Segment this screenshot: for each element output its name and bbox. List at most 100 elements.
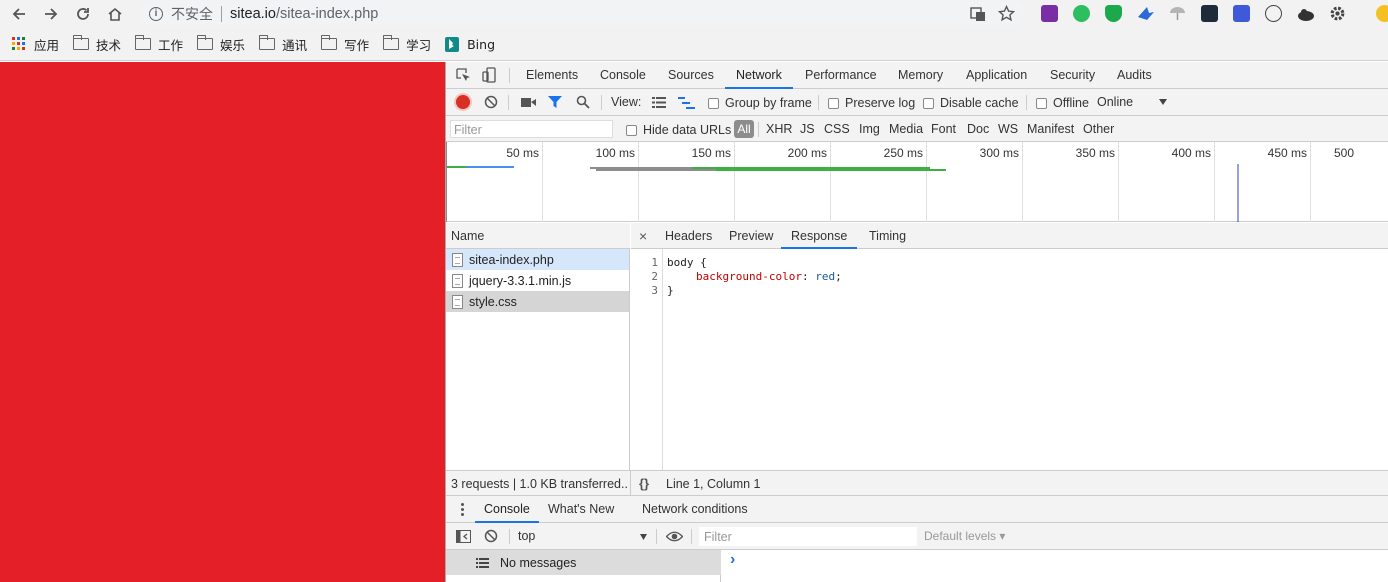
bookmark-folder-work[interactable]: 工作 xyxy=(134,35,183,54)
tab-audits[interactable]: Audits xyxy=(1117,62,1152,89)
emoji-extension-icon[interactable] xyxy=(1376,5,1388,22)
filter-type-js[interactable]: JS xyxy=(800,122,815,136)
tab-response[interactable]: Response xyxy=(781,223,858,249)
live-expression-eye-icon[interactable] xyxy=(666,531,683,542)
drawer-tab-whats-new[interactable]: What's New xyxy=(548,496,614,523)
filter-type-font[interactable]: Font xyxy=(931,122,956,136)
log-levels-select[interactable]: Default levels ▾ xyxy=(924,529,1005,543)
network-overview-timeline[interactable]: 50 ms 100 ms 150 ms 200 ms 250 ms 300 ms… xyxy=(446,142,1388,222)
console-prompt[interactable]: › xyxy=(730,551,735,569)
context-selector[interactable]: top xyxy=(514,527,649,545)
tab-sources[interactable]: Sources xyxy=(668,62,714,89)
code-line: body { xyxy=(667,256,707,269)
device-toolbar-icon[interactable] xyxy=(482,67,497,83)
filter-type-css[interactable]: CSS xyxy=(824,122,850,136)
tab-memory[interactable]: Memory xyxy=(898,62,943,89)
console-filter-input[interactable]: Filter xyxy=(699,527,917,546)
inspect-element-icon[interactable] xyxy=(456,68,471,83)
tab-performance[interactable]: Performance xyxy=(805,62,877,89)
bookmark-star-icon[interactable] xyxy=(998,5,1015,22)
filter-input[interactable]: Filter xyxy=(450,120,613,138)
bookmark-folder-entertainment[interactable]: 娱乐 xyxy=(196,35,245,54)
request-name: style.css xyxy=(469,294,517,309)
translate-icon[interactable] xyxy=(970,6,986,22)
pretty-print-icon[interactable]: {} xyxy=(639,476,649,491)
shield-extension-icon[interactable] xyxy=(1105,5,1122,22)
evernote-extension-icon[interactable] xyxy=(1073,5,1090,22)
column-header-name[interactable]: Name xyxy=(446,223,630,249)
tab-console[interactable]: Console xyxy=(600,62,646,89)
bookmark-apps[interactable]: 应用 xyxy=(12,35,59,54)
view-label: View: xyxy=(611,95,642,109)
tab-timing[interactable]: Timing xyxy=(869,223,906,249)
offline-checkbox[interactable]: Offline xyxy=(1036,96,1089,110)
filter-type-all[interactable]: All xyxy=(734,120,754,138)
screenshot-camera-icon[interactable] xyxy=(521,97,536,108)
list-view-icon[interactable] xyxy=(652,97,666,108)
more-options-icon[interactable] xyxy=(461,503,464,516)
drawer-tab-network-conditions[interactable]: Network conditions xyxy=(642,496,748,523)
sidebar-toggle-icon[interactable] xyxy=(456,530,471,543)
filter-type-img[interactable]: Img xyxy=(859,122,880,136)
clear-icon[interactable] xyxy=(484,95,498,109)
bookmark-bing[interactable]: Bing xyxy=(445,36,495,52)
security-label: 不安全 xyxy=(171,6,213,23)
bird-extension-icon[interactable] xyxy=(1137,5,1155,22)
tab-network[interactable]: Network xyxy=(725,62,793,89)
filter-type-media[interactable]: Media xyxy=(889,122,923,136)
filter-type-doc[interactable]: Doc xyxy=(967,122,989,136)
request-name: sitea-index.php xyxy=(469,252,554,267)
tab-application[interactable]: Application xyxy=(966,62,1027,89)
reload-button[interactable] xyxy=(72,3,94,25)
search-icon[interactable] xyxy=(576,95,590,109)
tab-preview[interactable]: Preview xyxy=(729,223,773,249)
waterfall-view-icon[interactable] xyxy=(678,97,695,109)
home-button[interactable] xyxy=(104,3,126,25)
throttling-select[interactable]: Online xyxy=(1097,95,1169,109)
folder-icon xyxy=(320,35,338,50)
forward-button[interactable] xyxy=(40,3,62,25)
preserve-log-checkbox[interactable]: Preserve log xyxy=(828,96,915,110)
bookmark-folder-tech[interactable]: 技术 xyxy=(72,35,121,54)
tab-elements[interactable]: Elements xyxy=(526,62,578,89)
close-icon[interactable]: × xyxy=(639,228,647,244)
address-bar[interactable]: i 不安全 sitea.io/sitea-index.php xyxy=(139,1,1024,26)
tab-headers[interactable]: Headers xyxy=(665,223,712,249)
tab-security[interactable]: Security xyxy=(1050,62,1095,89)
clear-console-icon[interactable] xyxy=(484,529,498,543)
drawer-tab-console[interactable]: Console xyxy=(475,496,539,523)
filter-type-xhr[interactable]: XHR xyxy=(766,122,792,136)
request-row[interactable]: jquery-3.3.1.min.js xyxy=(446,270,629,291)
response-code-viewer[interactable]: 1 2 3 body { background-color: red; } xyxy=(631,249,1388,470)
back-button[interactable] xyxy=(8,3,30,25)
bookmark-folder-communication[interactable]: 通讯 xyxy=(258,35,307,54)
timeline-bars xyxy=(447,164,1239,222)
request-row[interactable]: sitea-index.php xyxy=(446,249,629,270)
cloud-extension-icon[interactable] xyxy=(1297,6,1315,22)
arrow-right-icon xyxy=(45,8,58,20)
disable-cache-checkbox[interactable]: Disable cache xyxy=(923,96,1019,110)
circle-extension-icon[interactable] xyxy=(1265,5,1282,22)
console-body: No messages › xyxy=(446,550,1388,582)
filter-type-manifest[interactable]: Manifest xyxy=(1027,122,1074,136)
bookmark-folder-writing[interactable]: 写作 xyxy=(320,35,369,54)
jh-extension-icon[interactable] xyxy=(1233,5,1250,22)
umbrella-extension-icon[interactable] xyxy=(1169,5,1186,22)
filter-type-ws[interactable]: WS xyxy=(998,122,1018,136)
rp-extension-icon[interactable] xyxy=(1041,5,1058,22)
sidebar-item-messages[interactable]: No messages xyxy=(446,550,721,575)
checkbox-label: Offline xyxy=(1053,96,1089,110)
hide-data-urls-checkbox[interactable]: Hide data URLs xyxy=(626,123,731,137)
filter-type-other[interactable]: Other xyxy=(1083,122,1114,136)
dark-extension-icon[interactable] xyxy=(1201,5,1218,22)
record-button[interactable] xyxy=(456,95,470,109)
group-by-frame-checkbox[interactable]: Group by frame xyxy=(708,96,812,110)
info-icon[interactable]: i xyxy=(149,6,163,21)
bookmark-folder-study[interactable]: 学习 xyxy=(382,35,431,54)
filter-funnel-icon[interactable] xyxy=(548,96,562,109)
gear-extension-icon[interactable] xyxy=(1329,5,1346,22)
checkbox-label: Hide data URLs xyxy=(643,123,732,137)
request-row[interactable]: style.css xyxy=(446,291,629,312)
folder-icon xyxy=(258,35,276,50)
detail-tab-bar: × Headers Preview Response Timing xyxy=(631,223,1388,249)
